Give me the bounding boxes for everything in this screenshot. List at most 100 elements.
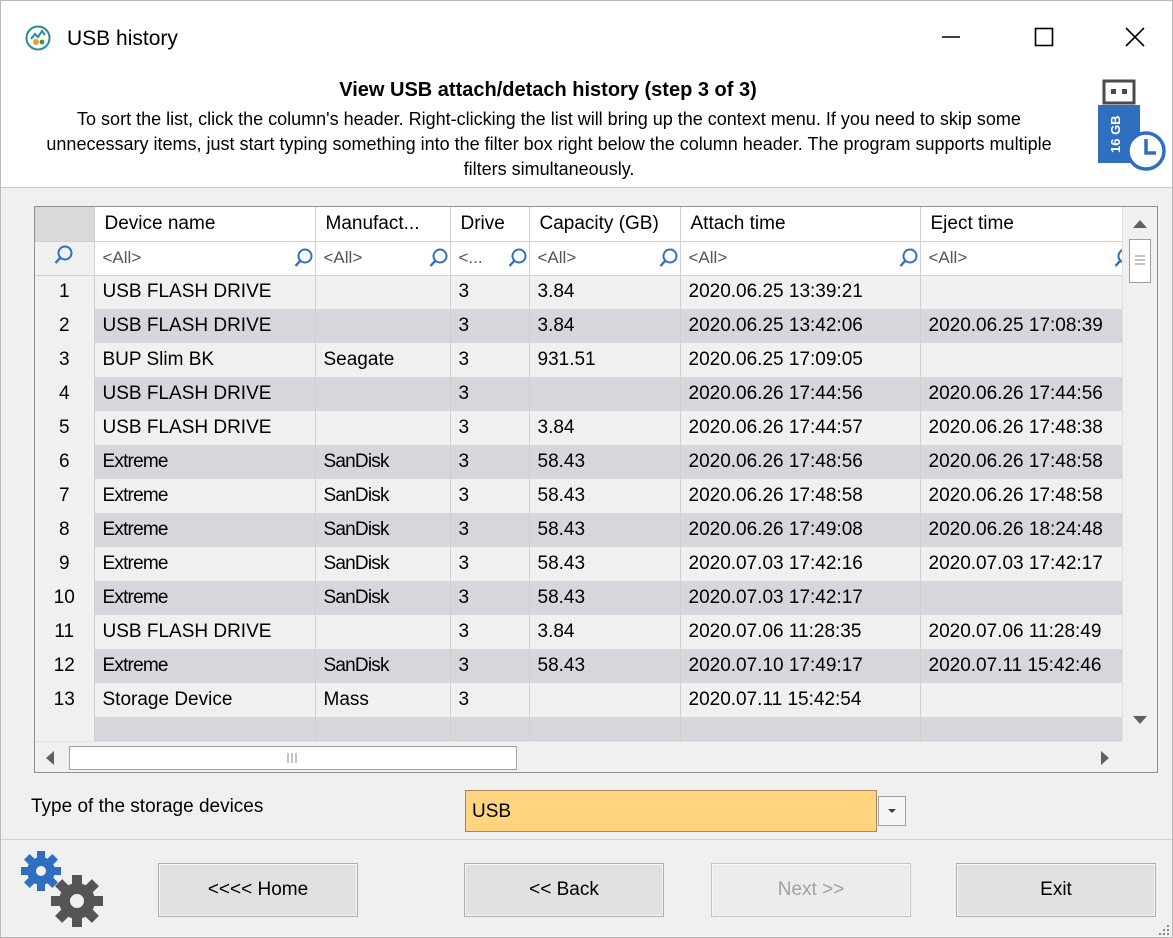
cell-eject-time: 2020.06.25 17:08:39 (920, 309, 1122, 343)
table-row[interactable]: 12 Extreme SanDisk 3 58.43 2020.07.10 17:49:1… (35, 649, 1122, 683)
filter-drive[interactable]: <... (450, 241, 530, 276)
row-number: 1 (35, 275, 95, 309)
next-button[interactable]: Next >> (711, 863, 911, 917)
cell-device-name: USB FLASH DRIVE (94, 411, 316, 445)
cell-attach-time (680, 717, 921, 741)
gears-icon (21, 851, 103, 927)
cell-attach-time: 2020.07.11 15:42:54 (680, 683, 921, 717)
back-button[interactable]: << Back (464, 863, 664, 917)
cell-device-name: USB FLASH DRIVE (94, 615, 316, 649)
vertical-scrollbar[interactable] (1122, 207, 1157, 741)
table-row[interactable]: 10 Extreme SanDisk 3 58.43 2020.07.03 17:42:1… (35, 581, 1122, 615)
horizontal-scrollbar[interactable] (35, 741, 1122, 772)
table-row[interactable]: 7 Extreme SanDisk 3 58.43 2020.06.26 17:48:58… (35, 479, 1122, 513)
cell-manufacturer: SanDisk (315, 581, 451, 615)
filter-device-name[interactable]: <All> (94, 241, 316, 276)
column-header-drive[interactable]: Drive (450, 207, 530, 242)
row-number: 11 (35, 615, 95, 649)
cell-drive: 3 (450, 411, 530, 445)
cell-manufacturer: Mass (315, 683, 451, 717)
filter-drive-value: <... (458, 248, 483, 267)
search-icon (1114, 248, 1122, 267)
table-row[interactable]: 5 USB FLASH DRIVE 3 3.84 2020.06.26 17:44:57… (35, 411, 1122, 445)
table-row[interactable]: 1 USB FLASH DRIVE 3 3.84 2020.06.25 13:39:21 (35, 275, 1122, 309)
scroll-down-arrow-icon[interactable] (1133, 715, 1147, 725)
cell-manufacturer (315, 615, 451, 649)
cell-eject-time (920, 343, 1122, 377)
cell-attach-time: 2020.07.10 17:49:17 (680, 649, 921, 683)
column-header-capacity[interactable]: Capacity (GB) (529, 207, 681, 242)
storage-type-select[interactable]: USB (465, 790, 877, 832)
cell-eject-time: 2020.07.03 17:42:17 (920, 547, 1122, 581)
cell-eject-time: 2020.06.26 17:48:58 (920, 445, 1122, 479)
usb-label: 16 GB (1108, 115, 1123, 153)
cell-device-name: Extreme (94, 649, 316, 683)
column-header-eject-time[interactable]: Eject time (920, 207, 1122, 242)
cell-eject-time (920, 275, 1122, 309)
table-row[interactable]: 9 Extreme SanDisk 3 58.43 2020.07.03 17:42:16… (35, 547, 1122, 581)
filter-capacity-value: <All> (537, 248, 577, 267)
column-header-attach-time[interactable]: Attach time (680, 207, 921, 242)
grip-icon (287, 753, 297, 763)
table-row[interactable]: 8 Extreme SanDisk 3 58.43 2020.06.26 17:49:08… (35, 513, 1122, 547)
grip-icon (1135, 255, 1145, 265)
cell-attach-time: 2020.07.06 11:28:35 (680, 615, 921, 649)
vertical-scroll-thumb[interactable] (1129, 239, 1151, 283)
cell-manufacturer: SanDisk (315, 445, 451, 479)
grid-viewport: Device name Manufact... Drive Capacity (… (35, 207, 1122, 741)
exit-button[interactable]: Exit (956, 863, 1156, 917)
storage-type-dropdown-button[interactable] (878, 796, 906, 826)
row-number: 7 (35, 479, 95, 513)
cell-eject-time: 2020.06.26 17:48:38 (920, 411, 1122, 445)
table-row[interactable]: 6 Extreme SanDisk 3 58.43 2020.06.26 17:48:56… (35, 445, 1122, 479)
corner-header (35, 207, 95, 242)
close-button[interactable] (1105, 15, 1165, 59)
filter-attach-time[interactable]: <All> (680, 241, 921, 276)
scroll-right-arrow-icon[interactable] (1100, 751, 1110, 765)
filter-row-search-cell (35, 241, 95, 276)
table-row-partial[interactable] (35, 717, 1122, 741)
cell-eject-time (920, 581, 1122, 615)
column-header-manufacturer[interactable]: Manufact... (315, 207, 451, 242)
usb-history-grid[interactable]: Device name Manufact... Drive Capacity (… (34, 206, 1158, 773)
cell-drive: 3 (450, 377, 530, 411)
search-icon (899, 248, 917, 267)
filter-capacity[interactable]: <All> (529, 241, 681, 276)
column-header-device-name[interactable]: Device name (94, 207, 316, 242)
wizard-header: View USB attach/detach history (step 3 o… (1, 73, 1172, 188)
cell-device-name (94, 717, 316, 741)
filter-manufacturer[interactable]: <All> (315, 241, 451, 276)
filter-eject-time[interactable]: <All> (920, 241, 1122, 276)
cell-device-name: Extreme (94, 445, 316, 479)
maximize-button[interactable] (1014, 15, 1074, 59)
cell-capacity: 3.84 (529, 411, 681, 445)
cell-capacity: 58.43 (529, 649, 681, 683)
row-number: 9 (35, 547, 95, 581)
cell-manufacturer: SanDisk (315, 479, 451, 513)
table-row[interactable]: 3 BUP Slim BK Seagate 3 931.51 2020.06.25 17:… (35, 343, 1122, 377)
scroll-left-arrow-icon[interactable] (45, 751, 55, 765)
horizontal-scroll-thumb[interactable] (69, 746, 517, 770)
cell-capacity: 931.51 (529, 343, 681, 377)
minimize-icon (942, 36, 960, 38)
filter-attach-time-value: <All> (688, 248, 728, 267)
cell-attach-time: 2020.06.26 17:49:08 (680, 513, 921, 547)
close-icon (1125, 27, 1145, 47)
cell-manufacturer (315, 309, 451, 343)
cell-device-name: Storage Device (94, 683, 316, 717)
cell-attach-time: 2020.06.26 17:48:58 (680, 479, 921, 513)
table-row[interactable]: 11 USB FLASH DRIVE 3 3.84 2020.07.06 11:28:3… (35, 615, 1122, 649)
table-row[interactable]: 4 USB FLASH DRIVE 3 2020.06.26 17:44:56 2020… (35, 377, 1122, 411)
cell-manufacturer: SanDisk (315, 547, 451, 581)
cell-manufacturer (315, 411, 451, 445)
row-number: 3 (35, 343, 95, 377)
table-row[interactable]: 13 Storage Device Mass 3 2020.07.11 15:42:54 (35, 683, 1122, 717)
home-button[interactable]: <<<< Home (158, 863, 358, 917)
minimize-button[interactable] (921, 15, 981, 59)
filter-row: <All> <All> <... <All> <All> <All> (35, 241, 1122, 276)
filter-eject-time-value: <All> (928, 248, 968, 267)
scroll-up-arrow-icon[interactable] (1133, 219, 1147, 229)
resize-grip-icon[interactable] (1157, 923, 1171, 937)
cell-drive: 3 (450, 581, 530, 615)
table-row[interactable]: 2 USB FLASH DRIVE 3 3.84 2020.06.25 13:42:06… (35, 309, 1122, 343)
